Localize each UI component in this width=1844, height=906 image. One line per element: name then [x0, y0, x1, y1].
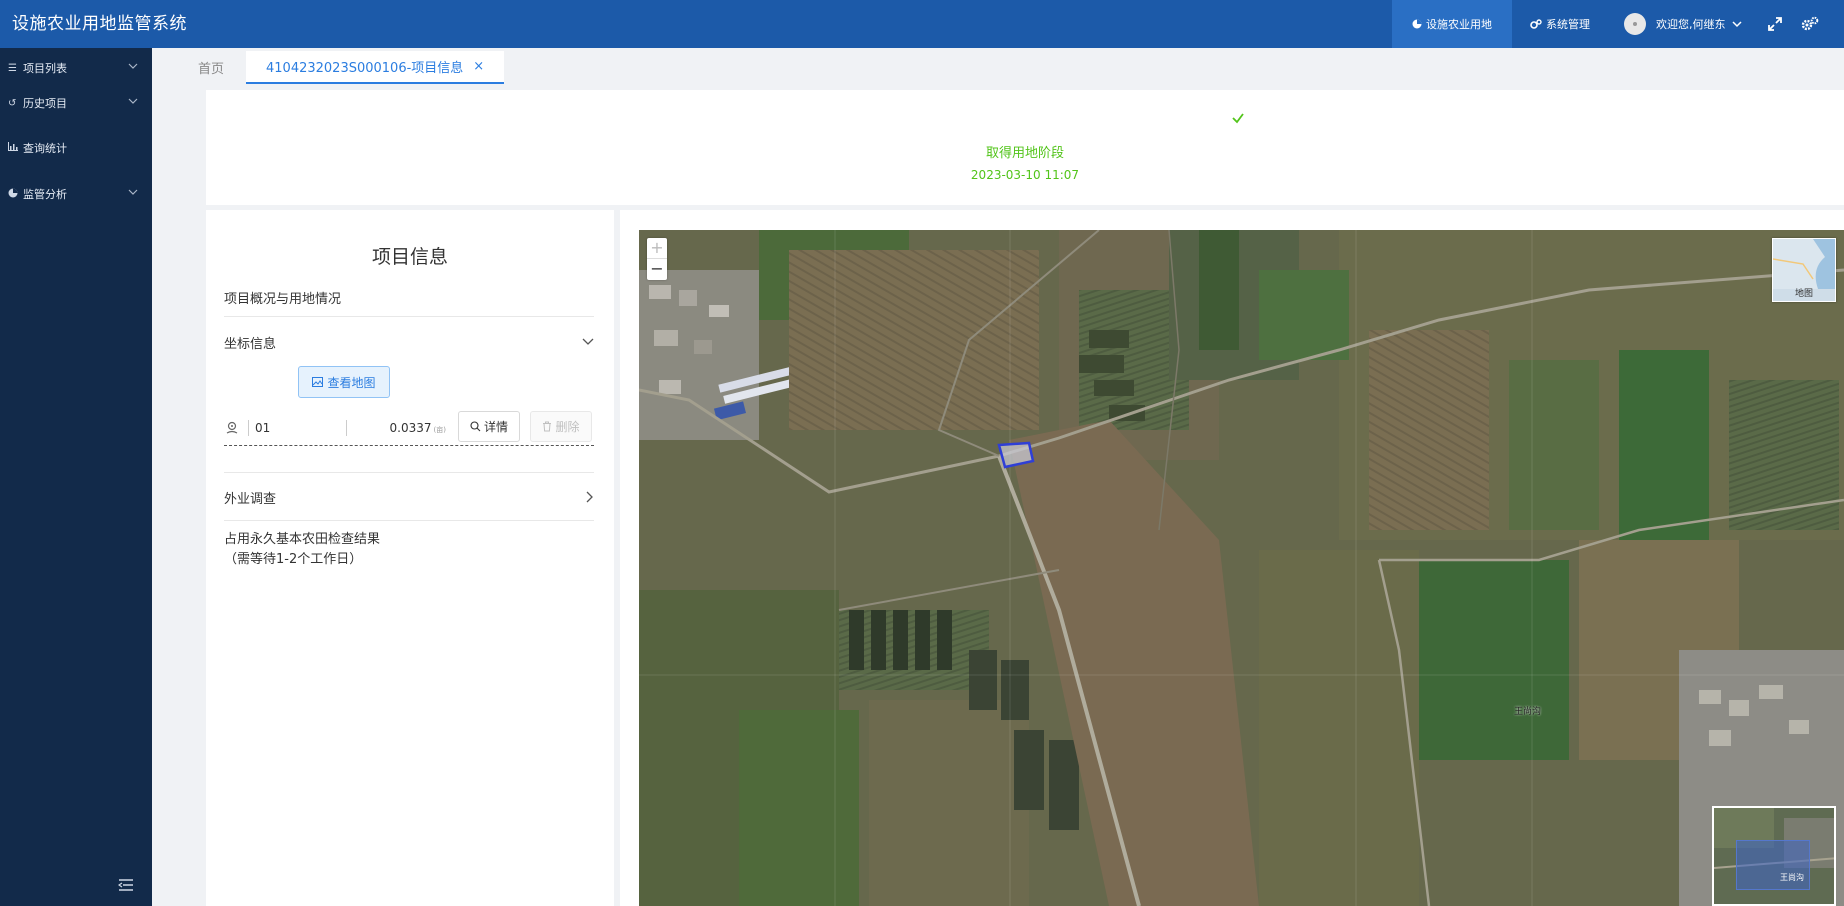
map-panel: 王尚沟 + − 地图 王尚沟 — [620, 210, 1844, 906]
coord-section-label[interactable]: 坐标信息 — [224, 333, 276, 352]
tab-project-info[interactable]: 4104232023S000106-项目信息 × — [246, 51, 505, 84]
coord-area-value: 0.0337 — [389, 421, 432, 435]
place-label: 王尚沟 — [1514, 707, 1542, 717]
survey-section[interactable]: 外业调查 — [224, 488, 276, 507]
overview-map[interactable]: 王尚沟 — [1712, 806, 1836, 906]
nav-system-admin-label: 系统管理 — [1546, 18, 1590, 31]
pie-chart-icon — [8, 188, 20, 201]
zoom-control: + − — [647, 238, 667, 280]
divider — [224, 472, 594, 473]
chevron-down-icon[interactable] — [582, 338, 594, 346]
detail-label: 详情 — [483, 420, 508, 434]
avatar — [1624, 13, 1646, 35]
sidebar-item-project-list[interactable]: ☰ 项目列表 — [8, 58, 138, 78]
tab-bar: 首页 4104232023S000106-项目信息 × — [152, 48, 1844, 86]
bar-chart-icon — [8, 142, 20, 154]
farmland-check-note: （需等待1-2个工作日） — [224, 552, 363, 567]
view-map-button[interactable]: 查看地图 — [298, 366, 390, 398]
chevron-down-icon — [128, 63, 138, 69]
satellite-imagery — [639, 230, 1844, 906]
coord-id: 01 — [248, 420, 270, 436]
coord-area-unit: (亩) — [433, 426, 446, 434]
land-parcel-polygon[interactable] — [997, 441, 1037, 471]
fullscreen-button[interactable] — [1768, 0, 1786, 48]
divider — [224, 316, 594, 317]
overview-section[interactable]: 项目概况与用地情况 — [224, 288, 341, 307]
project-info-panel: 项目信息 项目概况与用地情况 坐标信息 查看地图 01 0.0337 (亩) 详情… — [206, 210, 614, 906]
coord-area: 0.0337 (亩) — [346, 420, 446, 436]
settings-button[interactable] — [1801, 0, 1823, 48]
map-thumbnail-icon — [1773, 239, 1835, 289]
stage-card: 取得用地阶段 2023-03-10 11:07 — [206, 90, 1844, 205]
detail-button[interactable]: 详情 — [458, 411, 520, 442]
coord-row: 01 0.0337 (亩) 详情 删除 — [224, 410, 594, 446]
basemap-switcher[interactable]: 地图 — [1772, 238, 1836, 302]
image-icon — [312, 377, 324, 387]
satellite-map[interactable]: 王尚沟 + − 地图 王尚沟 — [639, 230, 1844, 906]
chevron-down-icon — [128, 98, 138, 104]
zoom-in-button[interactable]: + — [647, 238, 667, 259]
zoom-out-button[interactable]: − — [647, 259, 667, 280]
tab-home[interactable]: 首页 — [198, 51, 224, 84]
overview-place-label: 王尚沟 — [1780, 873, 1804, 882]
nav-system-admin[interactable]: 系统管理 — [1530, 0, 1590, 48]
nav-facility-land[interactable]: 设施农业用地 — [1392, 0, 1512, 48]
history-icon: ↺ — [8, 97, 17, 109]
delete-button[interactable]: 删除 — [530, 411, 592, 442]
trash-icon — [543, 421, 552, 432]
farmland-check-label: 占用永久基本农田检查结果 — [224, 532, 381, 547]
sidebar: ☰ 项目列表 ↺ 历史项目 查询统计 监管分析 — [0, 48, 152, 906]
panel-title: 项目信息 — [371, 246, 448, 268]
divider — [224, 520, 594, 521]
chevron-down-icon — [128, 189, 138, 195]
search-icon — [470, 421, 481, 432]
sidebar-item-supervision[interactable]: 监管分析 — [8, 184, 138, 204]
list-icon: ☰ — [8, 62, 17, 74]
nav-facility-land-label: 设施农业用地 — [1426, 18, 1492, 31]
fullscreen-icon — [1768, 17, 1782, 31]
sidebar-item-query-stats[interactable]: 查询统计 — [8, 138, 138, 158]
check-icon — [1232, 113, 1244, 124]
stage-label: 取得用地阶段 — [985, 146, 1064, 161]
top-header: 设施农业用地监管系统 设施农业用地 系统管理 欢迎您,何继东 — [0, 0, 1844, 48]
sidebar-item-label: 项目列表 — [23, 62, 67, 75]
sidebar-item-label: 查询统计 — [23, 142, 67, 155]
view-map-label: 查看地图 — [327, 375, 376, 390]
menu-collapse-icon[interactable] — [118, 878, 134, 892]
basemap-label: 地图 — [1794, 289, 1813, 299]
tab-project-info-label: 4104232023S000106-项目信息 — [266, 61, 464, 76]
sidebar-item-history[interactable]: ↺ 历史项目 — [8, 93, 138, 113]
tab-home-label: 首页 — [198, 62, 225, 77]
user-menu[interactable]: 欢迎您,何继东 — [1624, 0, 1746, 48]
pie-chart-icon — [1412, 19, 1422, 29]
gears-icon — [1530, 19, 1542, 29]
user-greeting: 欢迎您,何继东 — [1656, 18, 1726, 31]
location-pin-icon — [226, 421, 238, 434]
delete-label: 删除 — [555, 420, 580, 434]
sidebar-item-label: 监管分析 — [23, 188, 67, 201]
stage-date: 2023-03-10 11:07 — [970, 168, 1080, 182]
chevron-down-icon — [1731, 21, 1742, 28]
sidebar-item-label: 历史项目 — [23, 97, 67, 110]
chevron-right-icon[interactable] — [586, 491, 594, 503]
settings-icon — [1801, 16, 1819, 31]
app-title: 设施农业用地监管系统 — [12, 14, 187, 34]
close-icon[interactable]: × — [473, 59, 484, 74]
